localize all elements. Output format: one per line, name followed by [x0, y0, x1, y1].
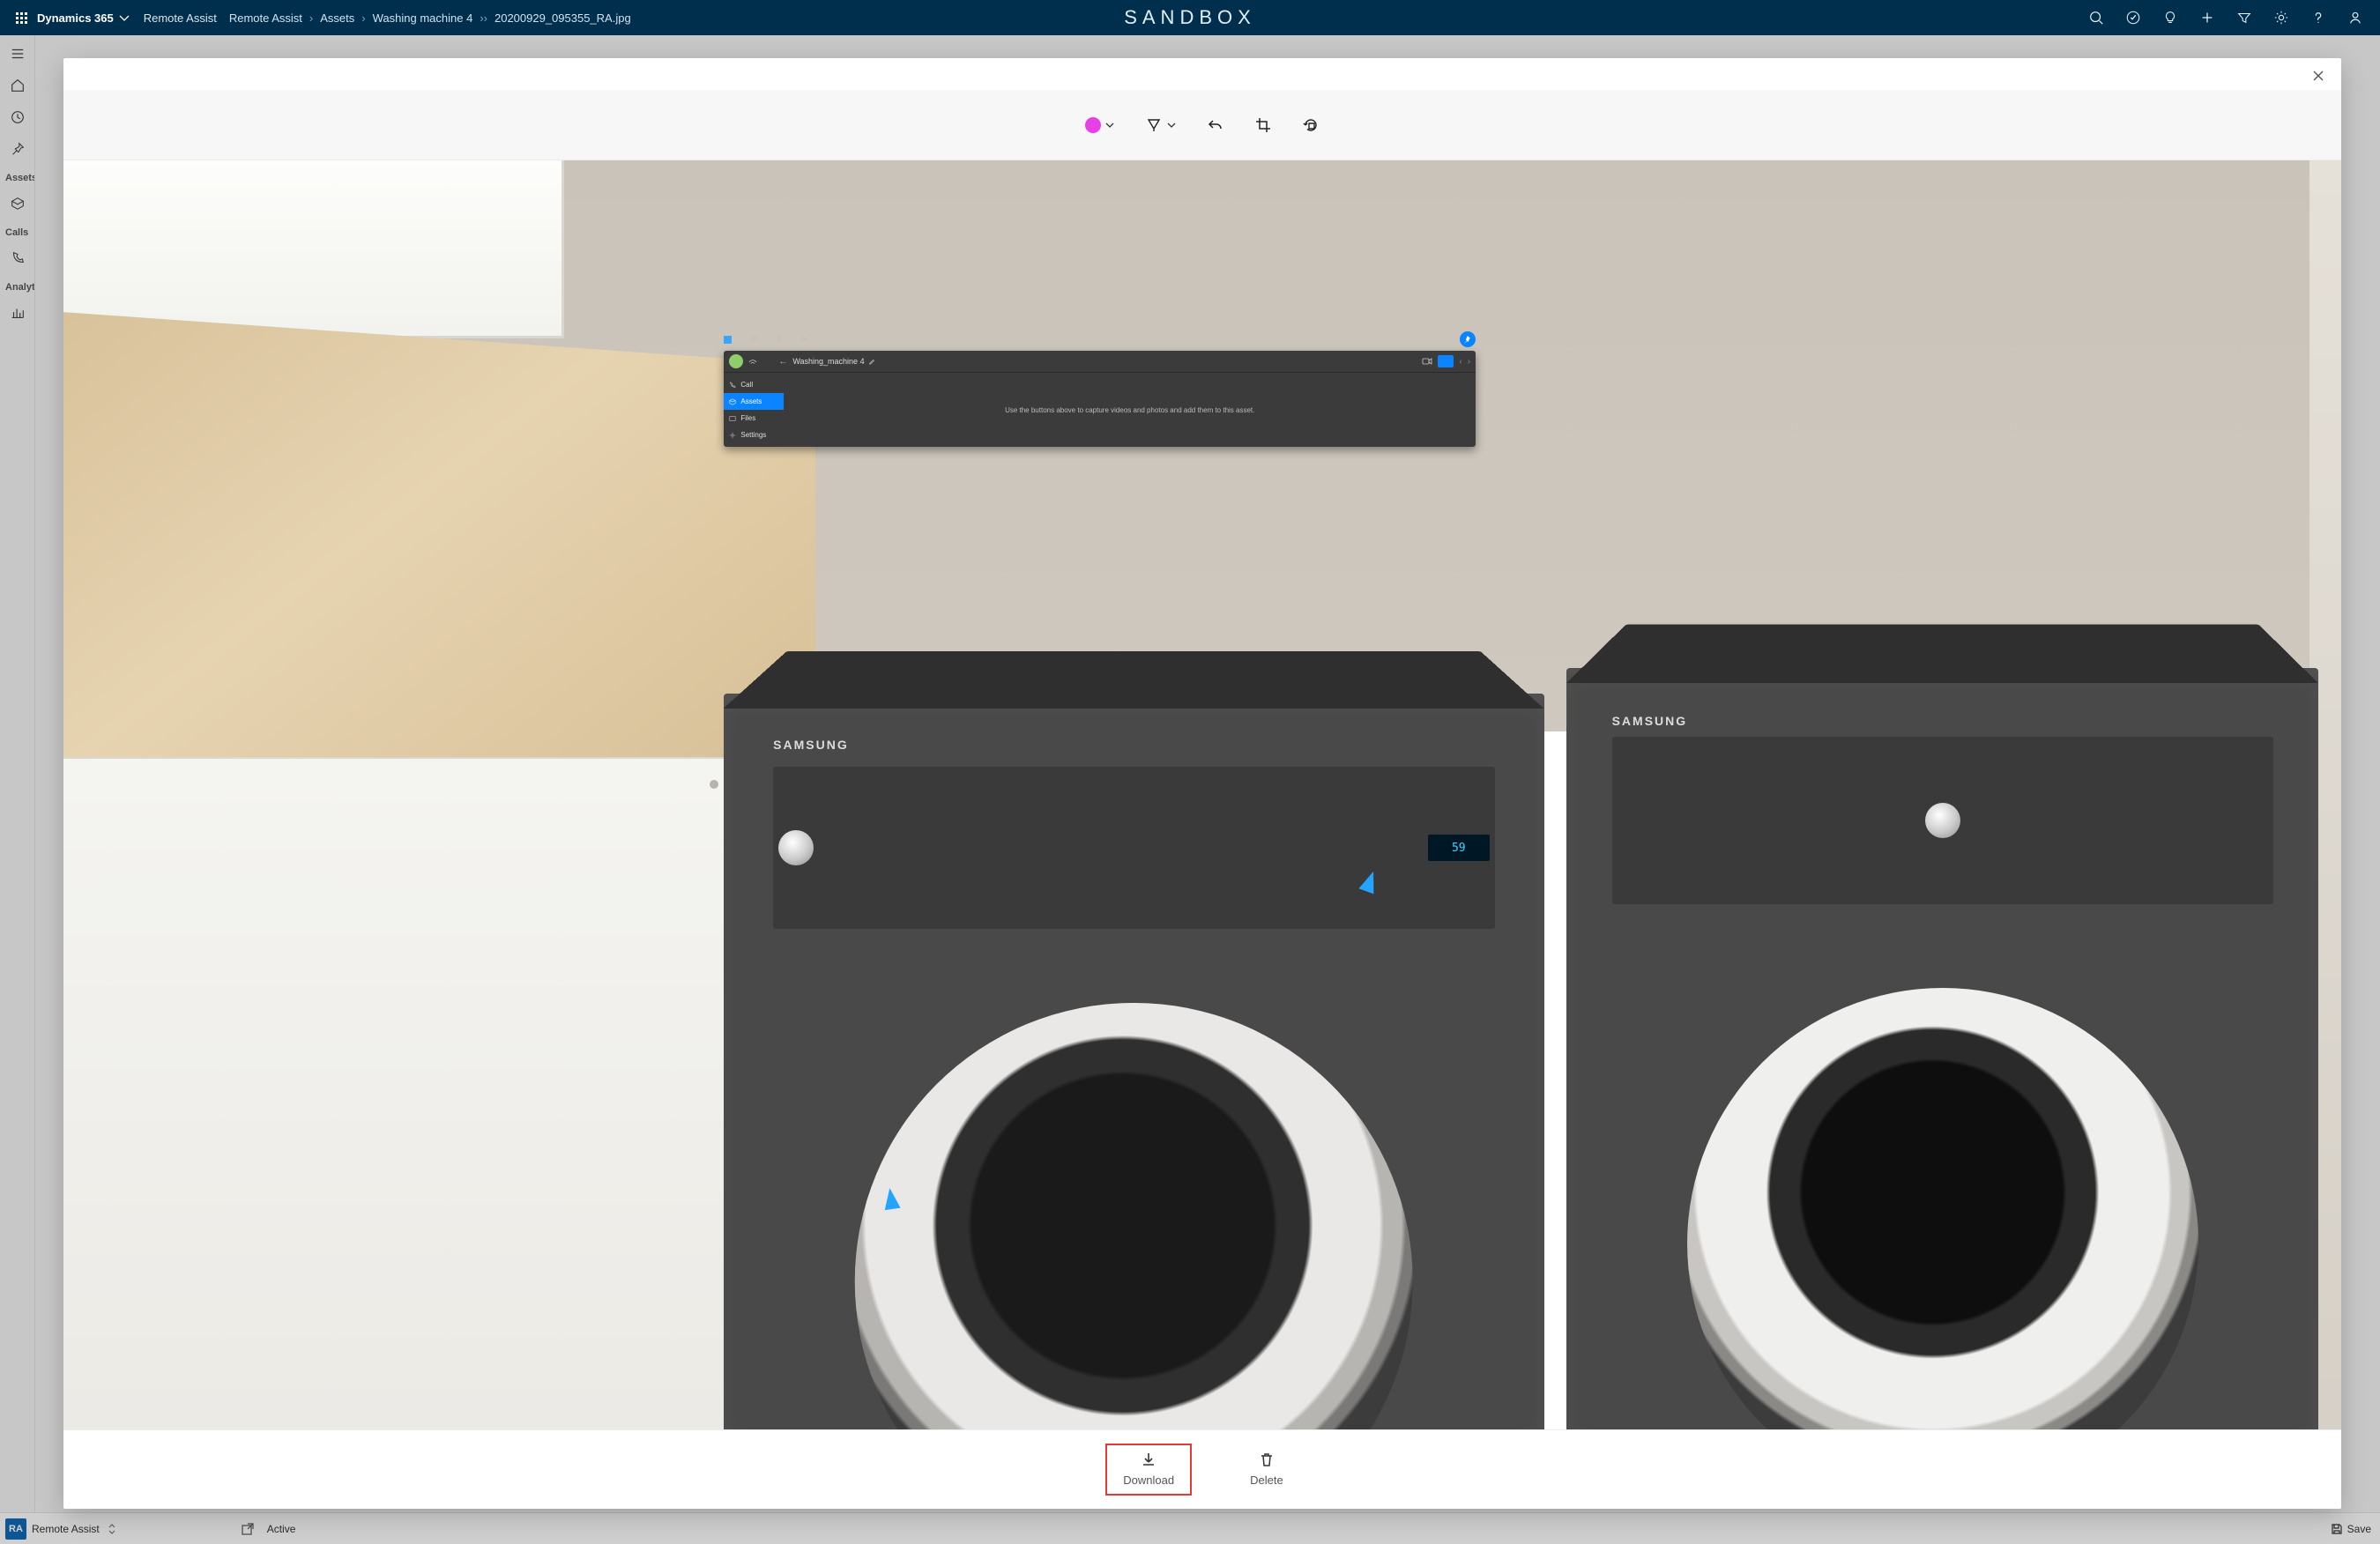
washer: SAMSUNG 59 — [724, 694, 1543, 1429]
dryer-knob-icon — [1925, 803, 1960, 838]
crop-icon — [1254, 116, 1272, 134]
chevron-down-icon — [1166, 120, 1177, 130]
image-action-bar: Download Delete — [63, 1429, 2341, 1509]
topbar-right-icons — [2079, 0, 2373, 35]
captured-photo: SAMSUNG 59 SAMSUNG — [63, 160, 2341, 1429]
holo-pin-icon — [1460, 331, 1476, 347]
dryer-brand-label: SAMSUNG — [1612, 714, 1688, 728]
environment-badge: SANDBOX — [1124, 6, 1256, 29]
app-name-label[interactable]: Remote Assist — [144, 11, 217, 25]
holo-body-text: Use the buttons above to capture videos … — [784, 373, 1476, 447]
washer-display: 59 — [1428, 835, 1490, 861]
brand-text: Dynamics 365 — [37, 11, 114, 25]
holo-tab-icon: ⎘ — [777, 335, 782, 344]
breadcrumb-item[interactable]: Remote Assist — [229, 11, 302, 25]
breadcrumb-item[interactable]: Assets — [320, 11, 354, 25]
holo-tab-icon: ⎚ — [751, 335, 756, 344]
download-button[interactable]: Download — [1105, 1444, 1192, 1496]
dryer-door — [1687, 988, 2198, 1429]
rotate-icon — [1302, 116, 1320, 134]
add-icon[interactable] — [2190, 0, 2225, 35]
annotation-arrow-icon — [882, 1187, 901, 1210]
rotate-button[interactable] — [1302, 116, 1320, 134]
chevron-down-icon — [117, 11, 131, 25]
washer-brand-label: SAMSUNG — [773, 738, 849, 752]
hololens-panel: ⎚ ⎘ ⟳ ← Washing_machine 4 ‹ › — [724, 351, 1476, 447]
gear-icon[interactable] — [2264, 0, 2299, 35]
washer-door — [855, 1003, 1413, 1429]
filter-icon[interactable] — [2227, 0, 2262, 35]
holo-edit-icon — [868, 358, 875, 365]
top-nav-bar: Dynamics 365 Remote Assist Remote Assist… — [0, 0, 2380, 35]
undo-icon — [1207, 116, 1224, 134]
color-swatch-icon — [1085, 117, 1101, 133]
holo-camera-icon — [1438, 355, 1454, 367]
holo-menu-files: Files — [724, 410, 784, 427]
image-viewer-modal: SAMSUNG 59 SAMSUNG — [63, 58, 2341, 1509]
breadcrumb: Remote Assist › Assets › Washing machine… — [229, 11, 631, 25]
holo-menu-call: Call — [724, 376, 784, 393]
breadcrumb-sep: › — [361, 11, 365, 25]
ink-tool-button[interactable] — [1145, 116, 1177, 134]
holo-asset-title: Washing_machine 4 — [792, 357, 864, 366]
undo-button[interactable] — [1207, 116, 1224, 134]
annotation-toolbar — [63, 90, 2341, 160]
user-icon[interactable] — [2338, 0, 2373, 35]
washer-knob-icon — [778, 830, 814, 865]
download-icon — [1140, 1451, 1157, 1468]
close-button[interactable] — [2311, 69, 2325, 83]
holo-tab-icon: ⟳ — [801, 336, 807, 344]
brand-label[interactable]: Dynamics 365 — [37, 11, 131, 25]
trash-icon — [1258, 1451, 1276, 1468]
download-label: Download — [1123, 1473, 1174, 1487]
breadcrumb-sep: › — [309, 11, 313, 25]
delete-button[interactable]: Delete — [1234, 1445, 1299, 1494]
holo-menu-settings: Settings — [724, 427, 784, 443]
ink-pen-icon — [1145, 116, 1163, 134]
holo-video-icon — [1422, 357, 1432, 366]
image-canvas[interactable]: SAMSUNG 59 SAMSUNG — [63, 160, 2341, 1429]
holo-avatar-icon — [729, 354, 743, 368]
close-icon — [2311, 69, 2325, 83]
app-launcher-button[interactable] — [7, 4, 35, 32]
breadcrumb-item[interactable]: Washing machine 4 — [373, 11, 473, 25]
task-icon[interactable] — [2116, 0, 2151, 35]
holo-menu-assets: Assets — [724, 393, 784, 410]
color-picker-button[interactable] — [1085, 117, 1115, 133]
breadcrumb-sep: ›› — [480, 11, 487, 25]
holo-tab-icon — [724, 336, 732, 344]
waffle-icon — [16, 12, 27, 24]
breadcrumb-item[interactable]: 20200929_095355_RA.jpg — [495, 11, 631, 25]
holo-wifi-icon — [748, 357, 757, 366]
chevron-down-icon — [1104, 120, 1115, 130]
help-icon[interactable] — [2301, 0, 2336, 35]
crop-button[interactable] — [1254, 116, 1272, 134]
delete-label: Delete — [1250, 1473, 1283, 1487]
dryer: SAMSUNG — [1566, 668, 2318, 1429]
bulb-icon[interactable] — [2153, 0, 2188, 35]
search-icon[interactable] — [2079, 0, 2114, 35]
